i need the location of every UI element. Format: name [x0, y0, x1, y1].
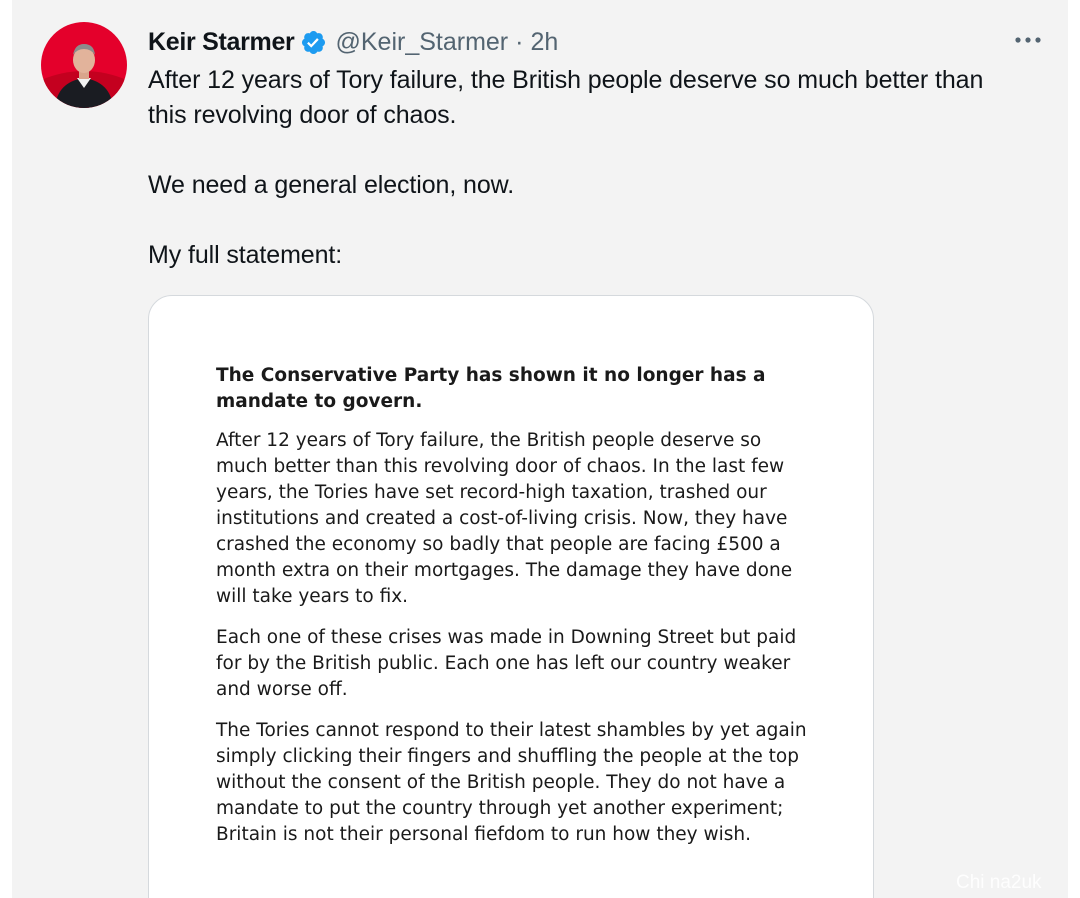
- statement-heading: The Conservative Party has shown it no l…: [216, 365, 766, 412]
- tweet-timestamp[interactable]: 2h: [530, 28, 558, 57]
- verified-badge-icon: [300, 29, 327, 56]
- watermark: Chi na2uk: [956, 872, 1042, 893]
- tweet-text: After 12 years of Tory failure, the Brit…: [148, 63, 1028, 273]
- tweet-header: Keir Starmer @Keir_Starmer · 2h: [148, 22, 558, 62]
- tweet-media-image[interactable]: The Conservative Party has shown it no l…: [148, 295, 874, 898]
- statement-paragraph: The Tories cannot respond to their lates…: [216, 720, 807, 845]
- author-name[interactable]: Keir Starmer: [148, 28, 295, 57]
- avatar[interactable]: [41, 22, 127, 108]
- header-separator: ·: [515, 27, 524, 56]
- statement-document: The Conservative Party has shown it no l…: [216, 363, 816, 863]
- more-horizontal-icon[interactable]: [1012, 24, 1044, 56]
- statement-paragraph: Each one of these crises was made in Dow…: [216, 627, 797, 700]
- tweet-text-paragraph: We need a general election, now.: [148, 171, 515, 199]
- tweet-frame: Keir Starmer @Keir_Starmer · 2h After 12…: [12, 0, 1068, 898]
- author-handle[interactable]: @Keir_Starmer: [335, 28, 508, 57]
- statement-paragraph: After 12 years of Tory failure, the Brit…: [216, 430, 793, 607]
- avatar-photo: [41, 22, 127, 108]
- tweet-text-paragraph: After 12 years of Tory failure, the Brit…: [148, 66, 984, 129]
- tweet-text-paragraph: My full statement:: [148, 241, 343, 269]
